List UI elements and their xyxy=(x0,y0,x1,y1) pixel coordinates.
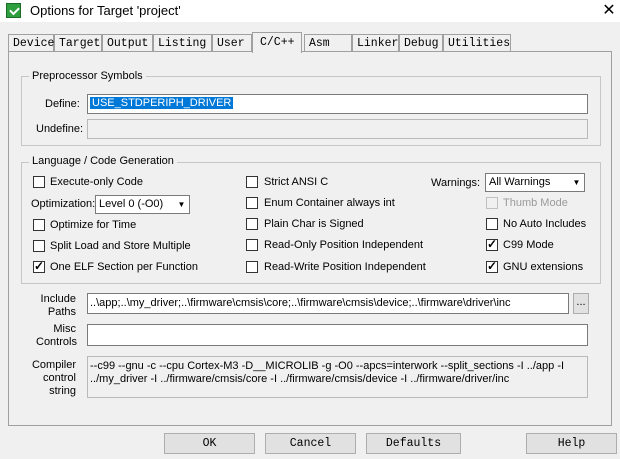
tab-output[interactable]: Output xyxy=(102,34,153,52)
tab-device[interactable]: Device xyxy=(8,34,54,52)
warnings-value: All Warnings xyxy=(489,176,551,188)
tab-target[interactable]: Target xyxy=(54,34,102,52)
optimization-label: Optimization: xyxy=(31,198,96,210)
misc-controls-input[interactable] xyxy=(87,324,588,346)
chevron-down-icon: ▼ xyxy=(572,178,581,187)
optimization-value: Level 0 (-O0) xyxy=(99,198,164,210)
chevron-down-icon: ▼ xyxy=(177,200,186,209)
ro-pi-checkbox[interactable] xyxy=(246,239,258,251)
split-load-checkbox[interactable] xyxy=(33,240,45,252)
no-auto-includes-checkbox[interactable] xyxy=(486,218,498,230)
include-paths-input[interactable]: ..\app;..\my_driver;..\firmware\cmsis\co… xyxy=(87,293,569,314)
tab-linker[interactable]: Linker xyxy=(352,34,399,52)
include-paths-value: ..\app;..\my_driver;..\firmware\cmsis\co… xyxy=(90,297,511,309)
keil-app-icon xyxy=(6,3,21,18)
thumb-mode-label: Thumb Mode xyxy=(503,197,568,209)
compiler-control-string: --c99 --gnu -c --cpu Cortex-M3 -D__MICRO… xyxy=(87,356,588,398)
enum-int-label: Enum Container always int xyxy=(264,197,395,209)
plain-char-label: Plain Char is Signed xyxy=(264,218,364,230)
ro-pi-label: Read-Only Position Independent xyxy=(264,239,423,251)
undefine-input[interactable] xyxy=(87,119,588,139)
compiler-control-label: Compiler control string xyxy=(31,359,76,397)
title-bar: Options for Target 'project' ✕ xyxy=(0,0,620,22)
c99-mode-label: C99 Mode xyxy=(503,239,554,251)
optimization-select[interactable]: Level 0 (-O0) ▼ xyxy=(95,195,190,214)
cancel-button[interactable]: Cancel xyxy=(265,433,356,454)
strict-ansi-checkbox[interactable] xyxy=(246,176,258,188)
tab-c-cpp[interactable]: C/C++ xyxy=(252,32,302,53)
warnings-select[interactable]: All Warnings ▼ xyxy=(485,173,585,192)
misc-controls-label: Misc Controls xyxy=(36,323,77,348)
include-paths-label: Include Paths xyxy=(40,293,76,318)
rw-pi-checkbox[interactable] xyxy=(246,261,258,273)
one-elf-label: One ELF Section per Function xyxy=(50,261,198,273)
plain-char-checkbox[interactable] xyxy=(246,218,258,230)
language-legend: Language / Code Generation xyxy=(29,155,177,167)
tab-user[interactable]: User xyxy=(212,34,252,52)
defaults-button[interactable]: Defaults xyxy=(366,433,461,454)
rw-pi-label: Read-Write Position Independent xyxy=(264,261,426,273)
enum-int-checkbox[interactable] xyxy=(246,197,258,209)
execute-only-checkbox[interactable] xyxy=(33,176,45,188)
help-button[interactable]: Help xyxy=(526,433,617,454)
include-paths-browse-button[interactable]: ... xyxy=(573,293,589,314)
undefine-label: Undefine: xyxy=(36,123,84,135)
gnu-extensions-checkbox[interactable] xyxy=(486,259,498,273)
no-auto-includes-label: No Auto Includes xyxy=(503,218,587,230)
tab-listing[interactable]: Listing xyxy=(153,34,212,52)
close-icon[interactable]: ✕ xyxy=(600,0,618,20)
preprocessor-legend: Preprocessor Symbols xyxy=(29,70,146,82)
define-label: Define: xyxy=(45,98,80,110)
execute-only-label: Execute-only Code xyxy=(50,176,143,188)
gnu-extensions-label: GNU extensions xyxy=(503,261,584,273)
strict-ansi-label: Strict ANSI C xyxy=(264,176,329,188)
one-elf-checkbox[interactable] xyxy=(33,259,45,273)
tab-debug[interactable]: Debug xyxy=(399,34,443,52)
warnings-label: Warnings: xyxy=(431,177,481,189)
tab-strip: Device Target Output Listing User C/C++ … xyxy=(8,32,612,53)
tab-asm[interactable]: Asm xyxy=(304,34,352,52)
tab-utilities[interactable]: Utilities xyxy=(443,34,511,52)
optimize-time-checkbox[interactable] xyxy=(33,219,45,231)
ok-button[interactable]: OK xyxy=(164,433,255,454)
define-value: USE_STDPERIPH_DRIVER xyxy=(90,97,234,109)
window-title: Options for Target 'project' xyxy=(30,3,181,18)
compiler-control-value: --c99 --gnu -c --cpu Cortex-M3 -D__MICRO… xyxy=(90,360,565,385)
split-load-label: Split Load and Store Multiple xyxy=(50,240,191,252)
define-input[interactable]: USE_STDPERIPH_DRIVER xyxy=(87,94,588,114)
optimize-time-label: Optimize for Time xyxy=(50,219,137,231)
c99-mode-checkbox[interactable] xyxy=(486,237,498,251)
thumb-mode-checkbox[interactable] xyxy=(486,197,498,209)
